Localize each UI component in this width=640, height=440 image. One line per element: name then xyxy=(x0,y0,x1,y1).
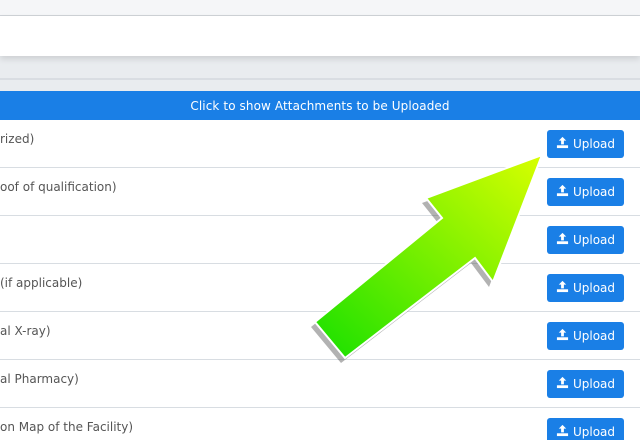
upload-icon xyxy=(556,136,569,152)
attachment-row: (if applicable) Upload xyxy=(0,264,640,312)
upload-button[interactable]: Upload xyxy=(547,226,624,254)
attachment-label: oof of qualification) xyxy=(0,180,117,194)
upload-label: Upload xyxy=(572,185,616,199)
attachment-row: al X-ray) Upload xyxy=(0,312,640,360)
attachment-row: rized) Upload xyxy=(0,120,640,168)
upload-button[interactable]: Upload xyxy=(547,274,624,302)
upload-icon xyxy=(556,232,569,248)
attachment-label: al X-ray) xyxy=(0,324,51,338)
divider xyxy=(0,78,640,80)
upload-button[interactable]: Upload xyxy=(547,418,624,440)
upload-label: Upload xyxy=(572,137,616,151)
attachment-label: rized) xyxy=(0,132,35,146)
attachment-row: oof of qualification) Upload xyxy=(0,168,640,216)
upload-label: Upload xyxy=(572,377,616,391)
upload-label: Upload xyxy=(572,425,616,439)
attachment-row: al Pharmacy) Upload xyxy=(0,360,640,408)
attachment-label: on Map of the Facility) xyxy=(0,420,134,434)
upload-icon xyxy=(556,184,569,200)
attachments-list: rized) Upload oof of qualification) Uplo… xyxy=(0,120,640,440)
upload-label: Upload xyxy=(572,233,616,247)
upload-button[interactable]: Upload xyxy=(547,322,624,350)
upload-icon xyxy=(556,376,569,392)
upload-label: Upload xyxy=(572,329,616,343)
attachments-toggle-label: Click to show Attachments to be Uploaded xyxy=(190,98,450,113)
upload-button[interactable]: Upload xyxy=(547,178,624,206)
attachment-row: Upload xyxy=(0,216,640,264)
attachment-label: (if applicable) xyxy=(0,276,83,290)
upload-icon xyxy=(556,328,569,344)
attachments-toggle-button[interactable]: Click to show Attachments to be Uploaded xyxy=(0,91,640,120)
top-bar xyxy=(0,0,640,16)
upload-icon xyxy=(556,280,569,296)
upload-icon xyxy=(556,424,569,440)
top-panel xyxy=(0,16,640,56)
upload-label: Upload xyxy=(572,281,616,295)
attachment-label: al Pharmacy) xyxy=(0,372,79,386)
upload-button[interactable]: Upload xyxy=(547,130,624,158)
upload-button[interactable]: Upload xyxy=(547,370,624,398)
attachment-row: on Map of the Facility) Upload xyxy=(0,408,640,440)
